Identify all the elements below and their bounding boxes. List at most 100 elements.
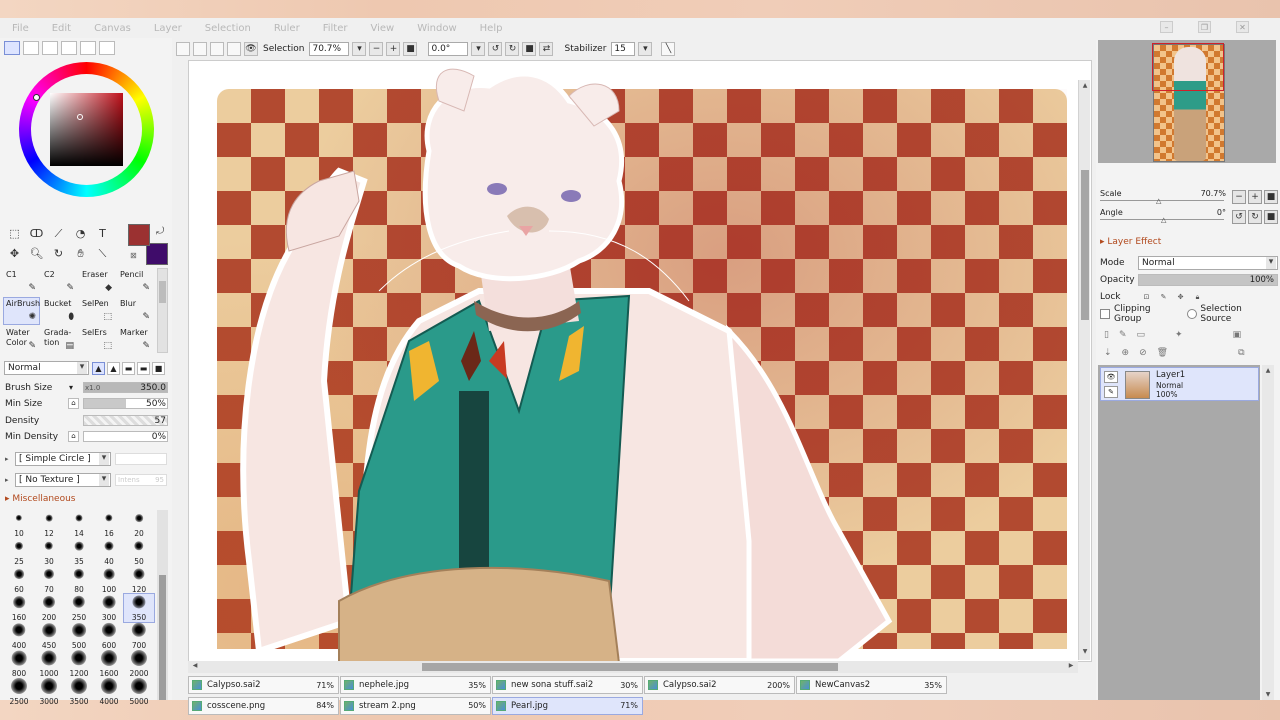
min-size-pressure-icon[interactable]: ⌂ — [68, 398, 79, 409]
hsv-slider-tab-icon[interactable] — [42, 41, 58, 55]
zoom-field[interactable]: 70.7% — [309, 42, 350, 56]
size-preset[interactable]: 160 — [4, 594, 34, 622]
size-preset[interactable]: 14 — [64, 510, 94, 538]
shape-icon[interactable]: ◔ — [70, 224, 91, 243]
navigator-thumbnail[interactable] — [1152, 43, 1225, 162]
restore-icon[interactable]: ❐ — [1198, 21, 1211, 33]
menu-window[interactable]: Window — [417, 23, 456, 34]
merge-down-icon[interactable]: ⊕ — [1122, 348, 1130, 358]
canvas-vertical-scrollbar[interactable]: ▲ ▼ — [1078, 80, 1090, 660]
color-wheel[interactable] — [19, 62, 154, 197]
miscellaneous-section[interactable]: Miscellaneous — [5, 494, 75, 504]
size-preset[interactable]: 70 — [34, 566, 64, 594]
close-icon[interactable]: ✕ — [1236, 21, 1249, 33]
size-preset[interactable]: 250 — [64, 594, 94, 622]
file-tab[interactable]: Calypso.sai2 71% — [188, 676, 339, 694]
menu-view[interactable]: View — [370, 23, 394, 34]
size-preset[interactable]: 10 — [4, 510, 34, 538]
size-preset[interactable]: 4000 — [94, 678, 124, 706]
new-layer-icon[interactable]: ▯ — [1104, 330, 1109, 340]
reset-colors-icon[interactable]: ⊠ — [130, 251, 137, 260]
size-preset[interactable]: 400 — [4, 622, 34, 650]
rotate-right-icon[interactable]: ↻ — [505, 42, 520, 56]
brush-tool-0[interactable]: C1 ✎ — [3, 268, 40, 296]
zoom-reset-icon[interactable]: ■ — [403, 42, 418, 56]
scroll-up-icon[interactable]: ▲ — [1263, 367, 1273, 374]
text-icon[interactable]: T — [92, 224, 113, 243]
selection-visibility-icon[interactable]: 👁︎ — [244, 42, 258, 56]
size-preset[interactable]: 35 — [64, 538, 94, 566]
straight-line-icon[interactable]: ╲ — [661, 42, 676, 56]
flip-icon[interactable]: ⇄ — [539, 42, 554, 56]
lock-all-icon[interactable]: 🔒︎ — [1192, 292, 1203, 303]
brush-grid-scrollbar[interactable] — [157, 268, 168, 353]
layer-effect-section[interactable]: Layer Effect — [1100, 237, 1161, 247]
nav-rotate-left-icon[interactable]: ↺ — [1232, 210, 1246, 224]
size-preset[interactable]: 600 — [94, 622, 124, 650]
menu-help[interactable]: Help — [480, 23, 503, 34]
size-preset[interactable]: 3000 — [34, 678, 64, 706]
edge-square-icon[interactable]: ■ — [152, 361, 165, 375]
navigator-preview[interactable] — [1098, 40, 1276, 163]
brush-shape-select[interactable]: [ Simple Circle ] — [15, 452, 111, 466]
brush-tool-9[interactable]: Grada-tion ▤ — [41, 326, 78, 354]
menu-edit[interactable]: Edit — [52, 23, 71, 34]
file-tab[interactable]: nephele.jpg 35% — [340, 676, 491, 694]
nav-angle-knob-icon[interactable]: △ — [1161, 216, 1166, 224]
zoom-in-icon[interactable]: + — [386, 42, 401, 56]
rotate-icon[interactable]: ↻ — [48, 244, 69, 263]
zoom-out-icon[interactable]: − — [369, 42, 384, 56]
texture-intensity-field[interactable]: Intens 95 — [115, 474, 167, 486]
color-wheel-tab-icon[interactable] — [4, 41, 20, 55]
stabilizer-dropdown-icon[interactable]: ▾ — [638, 42, 653, 56]
nav-rotate-reset-icon[interactable]: ■ — [1264, 210, 1278, 224]
size-preset[interactable]: 200 — [34, 594, 64, 622]
expand-arrow-icon[interactable]: ▸ — [5, 455, 11, 463]
size-preset[interactable]: 25 — [4, 538, 34, 566]
layer-options-icon[interactable]: ⧉ — [1238, 348, 1244, 358]
min-density-pressure-icon[interactable]: ⌂ — [68, 431, 79, 442]
size-preset[interactable]: 60 — [4, 566, 34, 594]
expand-arrow-icon[interactable]: ▸ — [5, 476, 11, 484]
nav-scale-knob-icon[interactable]: △ — [1156, 197, 1161, 205]
brush-tool-11[interactable]: Marker ✎ — [117, 326, 154, 354]
canvas-horizontal-scrollbar[interactable]: ◀ ▶ — [188, 661, 1078, 673]
brush-tool-8[interactable]: Water Color ✎ — [3, 326, 40, 354]
brush-tool-4[interactable]: AirBrush ✺ — [3, 297, 40, 325]
file-tab[interactable]: NewCanvas2 35% — [796, 676, 947, 694]
size-preset[interactable]: 1200 — [64, 650, 94, 678]
nav-scale-slider[interactable] — [1100, 200, 1224, 201]
new-folder-icon[interactable]: ▭ — [1137, 330, 1146, 340]
nav-zoom-out-icon[interactable]: − — [1232, 190, 1246, 204]
size-preset[interactable]: 20 — [124, 510, 154, 538]
zoom-dropdown-icon[interactable]: ▾ — [352, 42, 367, 56]
layer-opacity-slider[interactable]: 100% — [1138, 274, 1278, 286]
move-icon[interactable]: ✥ — [4, 244, 25, 263]
color-history-tab-icon[interactable] — [99, 41, 115, 55]
lasso-icon[interactable]: ↀ — [26, 224, 47, 243]
rotation-dropdown-icon[interactable]: ▾ — [471, 42, 486, 56]
size-preset[interactable]: 30 — [34, 538, 64, 566]
delete-layer-icon[interactable]: 🗑︎ — [1157, 348, 1168, 358]
blank2-icon[interactable] — [227, 42, 241, 56]
rotate-left-icon[interactable]: ↺ — [488, 42, 503, 56]
size-preset[interactable]: 16 — [94, 510, 124, 538]
scratchpad-tab-icon[interactable] — [80, 41, 96, 55]
lock-transparency-icon[interactable]: ⊡ — [1141, 292, 1152, 303]
magic-wand-icon[interactable]: ⟋ — [48, 224, 69, 243]
clipping-group-checkbox[interactable] — [1100, 309, 1110, 319]
layer-row[interactable]: 👁︎ ✎ Layer1 Normal 100% — [1100, 367, 1259, 401]
brush-tool-1[interactable]: C2 ✎ — [41, 268, 78, 296]
zoom-icon[interactable]: 🔍︎ — [26, 244, 47, 263]
clear-layer-icon[interactable]: ⊘ — [1139, 348, 1147, 358]
new-linework-layer-icon[interactable]: ✎ — [1119, 330, 1127, 340]
size-preset[interactable]: 450 — [34, 622, 64, 650]
file-tab[interactable]: Pearl.jpg 71% — [492, 696, 643, 715]
hand-icon[interactable]: ✋︎ — [70, 244, 91, 263]
size-preset[interactable]: 50 — [124, 538, 154, 566]
brush-shape-strength[interactable] — [115, 453, 167, 465]
size-presets-scrollbar[interactable] — [157, 510, 168, 700]
size-preset[interactable]: 2500 — [4, 678, 34, 706]
size-preset[interactable]: 1600 — [94, 650, 124, 678]
size-preset[interactable]: 350 — [123, 593, 155, 623]
